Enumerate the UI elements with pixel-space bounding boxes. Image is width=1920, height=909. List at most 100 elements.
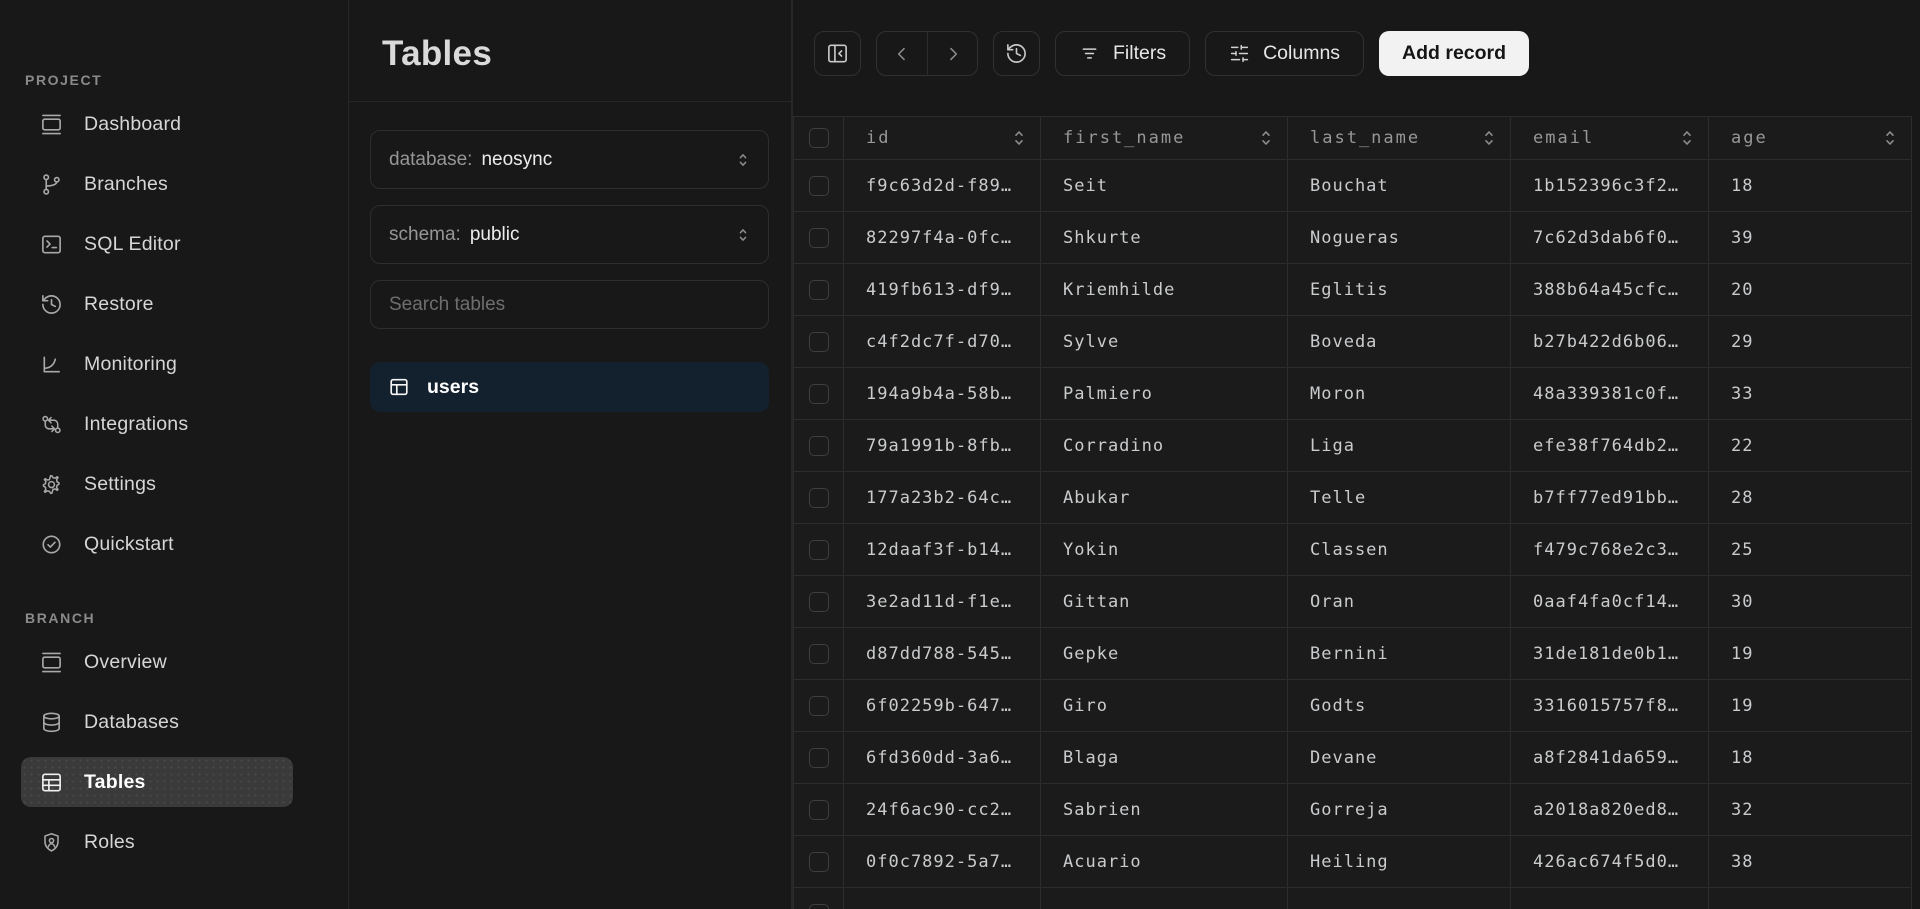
table-list-item-users[interactable]: users <box>370 362 769 412</box>
row-checkbox[interactable] <box>808 643 829 664</box>
row-checkbox-cell[interactable] <box>793 471 844 524</box>
cell-email[interactable]: b7ff77ed91bb… <box>1510 471 1709 524</box>
cell-last-name[interactable]: Liga <box>1287 419 1511 472</box>
sidebar-item-overview[interactable]: Overview <box>0 632 348 692</box>
table-row[interactable]: 194a9b4a-58b… Palmiero Moron 48a339381c0… <box>793 367 1912 420</box>
cell-age[interactable]: 18 <box>1708 159 1912 212</box>
cell-first-name[interactable]: Kriemhilde <box>1040 263 1288 316</box>
table-row[interactable]: d87dd788-545… Gepke Bernini 31de181de0b1… <box>793 627 1912 680</box>
cell-email[interactable]: 48a339381c0f… <box>1510 367 1709 420</box>
cell-first-name[interactable]: Acuario <box>1040 835 1288 888</box>
table-row[interactable]: 177a23b2-64c… Abukar Telle b7ff77ed91bb…… <box>793 471 1912 524</box>
cell-email[interactable]: 7c62d3dab6f0… <box>1510 211 1709 264</box>
row-checkbox[interactable] <box>808 331 829 352</box>
cell-first-name[interactable]: Seit <box>1040 159 1288 212</box>
cell-id[interactable]: 194a9b4a-58b… <box>843 367 1041 420</box>
sidebar-item-integrations[interactable]: Integrations <box>0 394 348 454</box>
cell-last-name[interactable]: Bouchat <box>1287 159 1511 212</box>
cell-email[interactable]: a8f2841da659… <box>1510 731 1709 784</box>
sidebar-item-monitoring[interactable]: Monitoring <box>0 334 348 394</box>
table-row[interactable]: 24f6ac90-cc2… Sabrien Gorreja a2018a820e… <box>793 783 1912 836</box>
cell-age[interactable]: 19 <box>1708 679 1912 732</box>
cell-last-name[interactable]: Moron <box>1287 367 1511 420</box>
cell-first-name[interactable]: Yokin <box>1040 523 1288 576</box>
select-all-header-cell[interactable] <box>793 116 844 160</box>
columns-button[interactable]: Columns <box>1205 31 1365 76</box>
column-header-id[interactable]: id <box>843 116 1041 160</box>
row-checkbox[interactable] <box>808 851 829 872</box>
row-checkbox-cell[interactable] <box>793 835 844 888</box>
cell-first-name[interactable]: Blaga <box>1040 731 1288 784</box>
cell-last-name[interactable]: Godts <box>1287 679 1511 732</box>
cell-age[interactable]: 30 <box>1708 575 1912 628</box>
cell-age[interactable]: 28 <box>1708 471 1912 524</box>
cell-id[interactable]: 82297f4a-0fc… <box>843 211 1041 264</box>
search-tables-input[interactable] <box>370 280 769 329</box>
column-header-email[interactable]: email <box>1510 116 1709 160</box>
table-row[interactable]: 419fb613-df9… Kriemhilde Eglitis 388b64a… <box>793 263 1912 316</box>
cell-last-name[interactable]: Oran <box>1287 575 1511 628</box>
cell-age[interactable]: 33 <box>1708 367 1912 420</box>
cell-age[interactable]: 39 <box>1708 211 1912 264</box>
cell-last-name[interactable]: Classen <box>1287 523 1511 576</box>
cell-age[interactable]: 32 <box>1708 783 1912 836</box>
sort-icon[interactable] <box>1012 127 1026 149</box>
table-row[interactable]: 82297f4a-0fc… Shkurte Nogueras 7c62d3dab… <box>793 211 1912 264</box>
sidebar-item-restore[interactable]: Restore <box>0 274 348 334</box>
row-checkbox-cell[interactable] <box>793 159 844 212</box>
cell-last-name[interactable]: Gorreja <box>1287 783 1511 836</box>
cell-last-name[interactable]: Boveda <box>1287 315 1511 368</box>
sidebar-item-branches[interactable]: Branches <box>0 154 348 214</box>
row-checkbox-cell[interactable] <box>793 263 844 316</box>
table-row[interactable]: 3e2ad11d-f1e… Gittan Oran 0aaf4fa0cf14… … <box>793 575 1912 628</box>
cell-id[interactable]: 24f6ac90-cc2… <box>843 783 1041 836</box>
cell-id[interactable]: 6fd360dd-3a6… <box>843 731 1041 784</box>
row-checkbox[interactable] <box>808 695 829 716</box>
row-checkbox-cell[interactable] <box>793 627 844 680</box>
row-checkbox[interactable] <box>808 487 829 508</box>
table-row[interactable]: 79a1991b-8fb… Corradino Liga efe38f764db… <box>793 419 1912 472</box>
row-checkbox-cell[interactable] <box>793 679 844 732</box>
cell-email[interactable]: efe38f764db2… <box>1510 419 1709 472</box>
cell-email[interactable]: 388b64a45cfc… <box>1510 263 1709 316</box>
cell-first-name[interactable]: Gepke <box>1040 627 1288 680</box>
column-header-first-name[interactable]: first_name <box>1040 116 1288 160</box>
row-checkbox-cell[interactable] <box>793 523 844 576</box>
sidebar-item-roles[interactable]: Roles <box>0 812 348 872</box>
cell-last-name[interactable]: Heiling <box>1287 835 1511 888</box>
row-checkbox-cell[interactable] <box>793 315 844 368</box>
cell-last-name[interactable]: Eglitis <box>1287 263 1511 316</box>
row-checkbox-cell[interactable] <box>793 783 844 836</box>
next-page-button[interactable] <box>927 32 977 75</box>
cell-age[interactable]: 29 <box>1708 315 1912 368</box>
cell-id[interactable]: 12daaf3f-b14… <box>843 523 1041 576</box>
sidebar-item-tables[interactable]: Tables <box>0 752 348 812</box>
cell-email[interactable]: b27b422d6b06… <box>1510 315 1709 368</box>
cell-first-name[interactable]: Giro <box>1040 679 1288 732</box>
cell-age[interactable]: 25 <box>1708 523 1912 576</box>
table-row[interactable]: 6fd360dd-3a6… Blaga Devane a8f2841da659…… <box>793 731 1912 784</box>
row-checkbox[interactable] <box>808 539 829 560</box>
row-checkbox[interactable] <box>808 383 829 404</box>
table-row[interactable]: f9c63d2d-f89… Seit Bouchat 1b152396c3f2…… <box>793 159 1912 212</box>
cell-id[interactable]: 419fb613-df9… <box>843 263 1041 316</box>
sidebar-item-databases[interactable]: Databases <box>0 692 348 752</box>
cell-first-name[interactable]: Shkurte <box>1040 211 1288 264</box>
row-checkbox[interactable] <box>808 227 829 248</box>
row-checkbox-cell[interactable] <box>793 731 844 784</box>
cell-id[interactable]: f9c63d2d-f89… <box>843 159 1041 212</box>
cell-first-name[interactable]: Abukar <box>1040 471 1288 524</box>
sort-icon[interactable] <box>1680 127 1694 149</box>
cell-age[interactable]: 38 <box>1708 835 1912 888</box>
cell-age[interactable]: 22 <box>1708 419 1912 472</box>
cell-email[interactable]: 0aaf4fa0cf14… <box>1510 575 1709 628</box>
row-checkbox[interactable] <box>808 799 829 820</box>
sort-icon[interactable] <box>1482 127 1496 149</box>
column-header-last-name[interactable]: last_name <box>1287 116 1511 160</box>
column-header-age[interactable]: age <box>1708 116 1912 160</box>
cell-age[interactable]: 20 <box>1708 263 1912 316</box>
cell-id[interactable]: 177a23b2-64c… <box>843 471 1041 524</box>
sort-icon[interactable] <box>1259 127 1273 149</box>
table-row-partial[interactable] <box>793 887 1912 909</box>
sidebar-item-settings[interactable]: Settings <box>0 454 348 514</box>
